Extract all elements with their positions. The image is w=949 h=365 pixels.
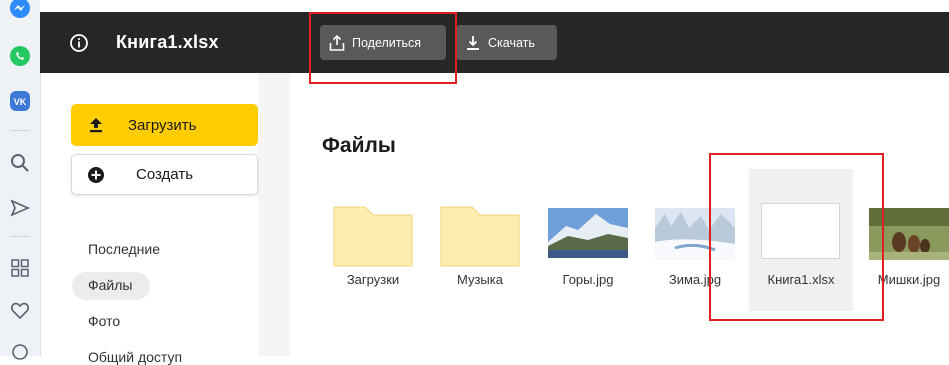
messenger-icon[interactable] [8, 0, 32, 20]
favorites-icon[interactable] [8, 299, 32, 323]
file-title: Книга1.xlsx [116, 32, 219, 52]
apps-icon[interactable] [8, 256, 32, 280]
sidebar-item-recent[interactable]: Последние [88, 241, 160, 257]
send-icon[interactable] [8, 196, 32, 220]
more-panel-icon[interactable] [8, 340, 32, 364]
create-button[interactable]: Создать [71, 154, 258, 195]
sidebar-item-files[interactable]: Файлы [88, 277, 132, 293]
whatsapp-icon[interactable] [8, 44, 32, 68]
sidebar-item-shared[interactable]: Общий доступ [88, 349, 182, 365]
plus-icon [87, 166, 105, 184]
vk-icon[interactable]: VK [8, 89, 32, 113]
info-icon[interactable] [69, 33, 89, 53]
browser-bookmarks-strip [40, 0, 949, 12]
file-tile[interactable]: Музыка [435, 195, 525, 295]
download-icon [464, 34, 482, 52]
upload-icon [87, 116, 105, 134]
browser-side-panel: VK [0, 0, 41, 360]
file-name: Музыка [457, 272, 503, 287]
annotation-frame-share [309, 12, 457, 84]
file-name: Загрузки [346, 272, 400, 287]
file-toolbar: Книга1.xlsx Поделиться Скачать [40, 12, 949, 73]
download-button[interactable]: Скачать [456, 25, 557, 60]
sidebar-item-photos[interactable]: Фото [88, 313, 120, 329]
create-label: Создать [136, 166, 194, 183]
file-tile[interactable]: Загрузки [328, 195, 418, 295]
file-name: Горы.jpg [562, 272, 614, 287]
svg-text:VK: VK [14, 97, 27, 107]
folder-icon [440, 205, 520, 267]
download-label: Скачать [488, 35, 535, 50]
folder-icon [333, 205, 413, 267]
search-icon[interactable] [8, 151, 32, 175]
upload-label: Загрузить [128, 117, 197, 134]
page-title: Файлы [322, 134, 396, 157]
file-tile[interactable]: Горы.jpg [543, 195, 633, 295]
mountains-image [548, 208, 628, 258]
upload-button[interactable]: Загрузить [71, 104, 258, 146]
annotation-frame-file [709, 153, 884, 321]
